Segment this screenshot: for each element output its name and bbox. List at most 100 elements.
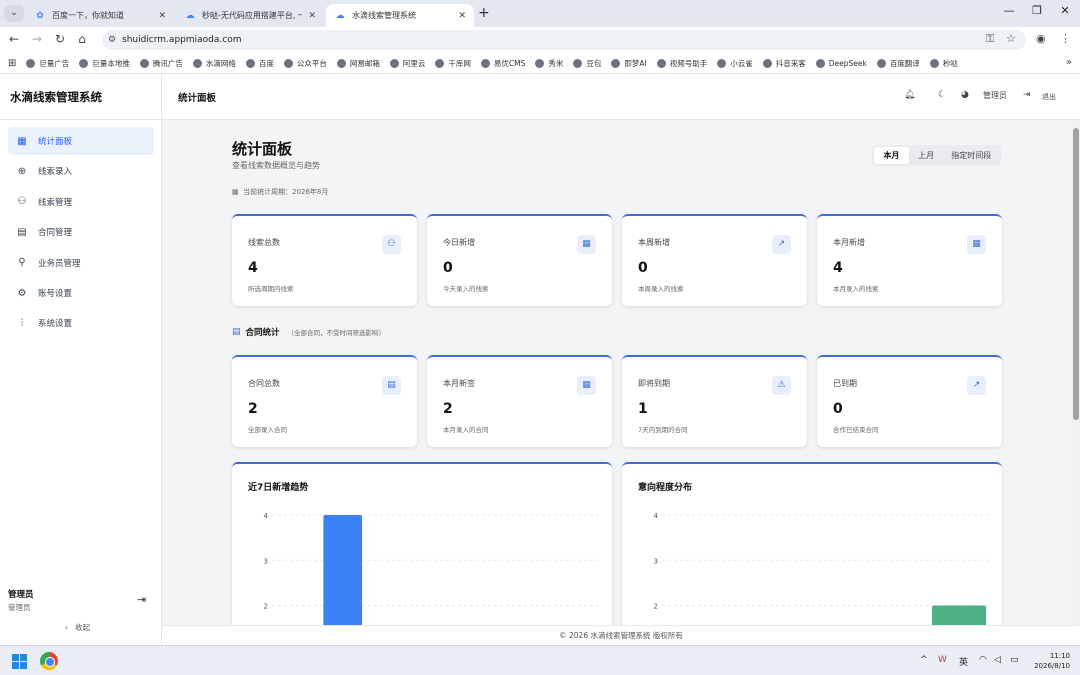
chevron-up-icon[interactable]: ^	[920, 655, 928, 665]
tab-search-icon[interactable]: ⌄	[4, 5, 24, 22]
bookmark-item[interactable]: 豆包	[573, 58, 601, 69]
browser-tab-baidu[interactable]: ✿ 百度一下，你就知道 ✕	[26, 4, 174, 27]
site-info-icon[interactable]: ⚙	[108, 30, 116, 50]
bookmark-item[interactable]: 巨量广告	[26, 58, 69, 69]
stat-label: 即将到期	[638, 379, 670, 388]
bookmark-item[interactable]: 百度翻译	[876, 58, 920, 69]
bookmark-item[interactable]: 腾讯广告	[139, 58, 183, 69]
page-title: 统计面板	[232, 140, 293, 158]
scrollbar[interactable]	[1072, 120, 1080, 625]
bookmark-label: 腾讯广告	[152, 58, 183, 68]
header-user[interactable]: 管理员	[983, 90, 1007, 101]
bookmark-item[interactable]: 千库网	[435, 58, 471, 69]
range-option[interactable]: 指定时间段	[943, 147, 999, 164]
close-icon[interactable]: ✕	[158, 11, 166, 21]
bookmarks-bar: ⊞ 巨量广告 巨量本地推 腾讯广告 水滴网络 百度 公众平台 网易邮箱 阿里云 千库网 易优CMS…	[0, 53, 1080, 74]
range-option[interactable]: 本月	[874, 147, 909, 164]
bookmark-item[interactable]: 网易邮箱	[336, 58, 380, 69]
bookmark-item[interactable]: 水滴网络	[192, 58, 236, 69]
logout-icon[interactable]: ⇥	[137, 593, 146, 606]
volume-icon[interactable]: ◁	[994, 655, 1001, 665]
reload-icon[interactable]: ↻	[52, 32, 68, 46]
bookmark-label: 千库网	[448, 58, 471, 68]
range-selector: 本月 上月 指定时间段	[872, 145, 1001, 166]
sliders-icon: ⫶	[20, 317, 24, 329]
sidebar-item[interactable]: ▤ 合同管理	[8, 218, 154, 246]
bookmark-item[interactable]: 公众平台	[283, 58, 327, 69]
bookmark-favicon-icon	[192, 58, 202, 68]
page-subtitle: 查看线索数据概览与趋势	[232, 161, 320, 170]
bookmark-item[interactable]: 抖音来客	[762, 58, 806, 69]
browser-tab-active[interactable]: ☁ 水滴线索管理系统 ✕	[326, 4, 474, 27]
ime-indicator[interactable]: 英	[959, 655, 968, 668]
bookmark-label: 阿里云	[402, 58, 426, 68]
close-icon[interactable]: ✕	[308, 11, 316, 21]
range-option[interactable]: 上月	[909, 147, 944, 164]
y-tick-label: 3	[264, 557, 268, 565]
bookmark-label: 视频号助手	[669, 58, 708, 68]
forward-icon[interactable]: →	[29, 32, 45, 46]
bookmark-item[interactable]: 视频号助手	[656, 58, 708, 69]
close-icon[interactable]: ✕	[458, 11, 466, 21]
key-icon[interactable]: ⚿	[986, 32, 994, 46]
sidebar-item[interactable]: ⫶ 系统设置	[8, 309, 154, 337]
stat-desc: 全部录入合同	[248, 426, 287, 434]
browser-tab-strip: ⌄ ✿ 百度一下，你就知道 ✕ ☁ 秒哒-无代码应用搭建平台, 一句 ✕ ☁ 水…	[0, 0, 1080, 27]
minimize-icon[interactable]: —	[999, 4, 1019, 17]
star-icon[interactable]: ☆	[1006, 32, 1016, 45]
maximize-icon[interactable]: ❐	[1027, 4, 1047, 17]
bookmark-item[interactable]: 巨量本地推	[79, 58, 130, 69]
dashboard-icon: ▦	[17, 135, 27, 147]
sidebar-item-label: 账号设置	[38, 289, 73, 299]
bookmark-favicon-icon	[762, 58, 772, 68]
bookmark-label: 豆包	[586, 58, 602, 68]
cloud-favicon-icon: ☁	[335, 10, 345, 21]
bookmark-item[interactable]: DeepSeek	[815, 58, 867, 68]
sidebar-item[interactable]: ⊕ 线索录入	[8, 157, 154, 185]
new-tab-icon[interactable]: +	[478, 5, 490, 21]
bell-icon[interactable]: 🔔︎	[904, 90, 915, 100]
apps-icon[interactable]: ⊞	[8, 58, 16, 69]
wifi-icon[interactable]: ◠	[979, 655, 987, 665]
scrollbar-thumb[interactable]	[1073, 128, 1079, 420]
wps-tray-icon[interactable]: W	[938, 655, 947, 665]
bookmark-label: 公众平台	[296, 58, 327, 68]
browser-tab-miaoda[interactable]: ☁ 秒哒-无代码应用搭建平台, 一句 ✕	[176, 4, 324, 27]
window-close-icon[interactable]: ✕	[1055, 4, 1075, 17]
dashboard-content: 统计面板 查看线索数据概览与趋势 ▦ 当前统计周期：2026年8月 本月 上月 …	[162, 120, 1072, 625]
battery-icon[interactable]: ▭	[1010, 655, 1019, 665]
bookmark-item[interactable]: 秀米	[535, 58, 563, 69]
bookmark-favicon-icon	[245, 58, 255, 68]
sidebar-item[interactable]: ⚇ 线索管理	[8, 188, 154, 216]
windows-start-icon[interactable]	[12, 654, 28, 670]
palette-icon[interactable]: ◕	[961, 90, 969, 100]
user-gear-icon: ⚲	[18, 257, 26, 269]
clock[interactable]: 11:10 2026/8/10	[1030, 651, 1070, 671]
menu-icon[interactable]: ⋮	[1060, 32, 1071, 45]
bookmark-item[interactable]: 秒哒	[929, 58, 958, 69]
intent-chart: 1234	[654, 512, 992, 625]
logout-icon[interactable]: ⇥	[1023, 90, 1031, 100]
chrome-taskbar-icon[interactable]	[40, 652, 58, 670]
divider	[0, 119, 162, 120]
bookmark-favicon-icon	[79, 58, 89, 68]
bookmark-item[interactable]: 即梦AI	[611, 58, 647, 69]
bookmark-item[interactable]: 百度	[245, 58, 274, 69]
home-icon[interactable]: ⌂	[74, 32, 90, 46]
logout-button[interactable]: 退出	[1042, 92, 1056, 102]
profile-icon[interactable]: ◉	[1036, 32, 1046, 45]
url-field[interactable]: ⚙ shuidicrm.appmiaoda.com	[102, 30, 1026, 50]
stat-value: 2	[248, 401, 258, 417]
bookmark-item[interactable]: 小云雀	[717, 58, 753, 69]
bookmark-item[interactable]: 阿里云	[389, 58, 426, 69]
stat-value: 1	[638, 401, 648, 417]
bookmark-item[interactable]: 易优CMS	[480, 58, 525, 69]
stat-label: 线索总数	[248, 238, 280, 247]
sidebar-item[interactable]: ⚙ 账号设置	[8, 279, 154, 307]
more-bookmarks-icon[interactable]: »	[1066, 57, 1072, 68]
sidebar-item[interactable]: ▦ 统计面板	[8, 127, 154, 155]
moon-icon[interactable]: ☾	[938, 90, 946, 100]
back-icon[interactable]: ←	[6, 32, 22, 46]
sidebar-item[interactable]: ⚲ 业务员管理	[8, 249, 154, 277]
collapse-button[interactable]: ‹ 收起	[65, 622, 90, 633]
